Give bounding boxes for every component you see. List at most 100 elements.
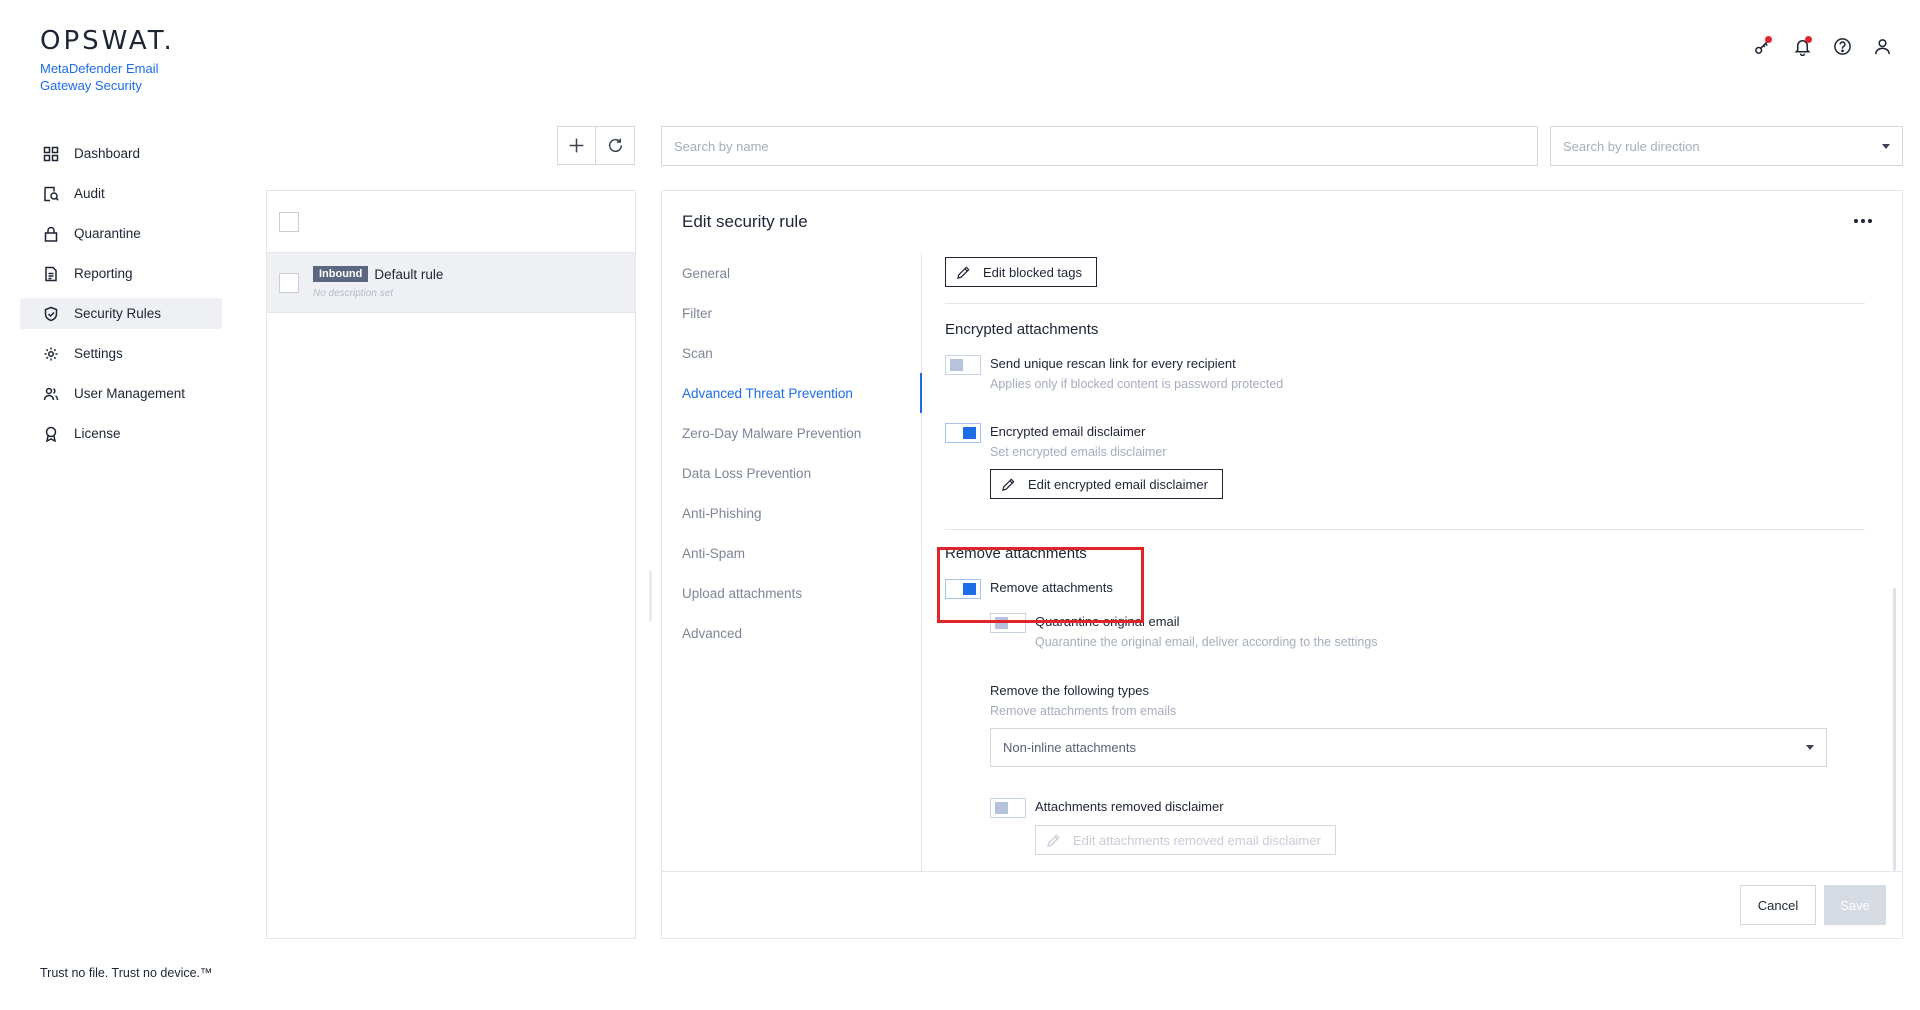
document-icon bbox=[42, 265, 60, 283]
top-icons bbox=[1750, 34, 1894, 58]
tab-data-loss-prevention[interactable]: Data Loss Prevention bbox=[662, 453, 921, 493]
product-name: MetaDefender Email Gateway Security bbox=[40, 61, 159, 93]
sidebar-item-license[interactable]: License bbox=[20, 418, 222, 449]
tab-anti-phishing[interactable]: Anti-Phishing bbox=[662, 493, 921, 533]
remove-attachments-toggle[interactable] bbox=[945, 579, 981, 599]
rescan-link-help: Applies only if blocked content is passw… bbox=[990, 377, 1284, 391]
sidebar-item-security-rules[interactable]: Security Rules bbox=[20, 298, 222, 329]
encrypted-disclaimer-toggle[interactable] bbox=[945, 423, 981, 443]
edit-removed-disclaimer-button[interactable]: Edit attachments removed email disclaime… bbox=[1035, 825, 1336, 855]
search-direction-placeholder: Search by rule direction bbox=[1563, 138, 1700, 154]
tab-general[interactable]: General bbox=[662, 253, 921, 293]
remove-attachments-label: Remove attachments bbox=[990, 580, 1113, 595]
search-by-direction-select[interactable]: Search by rule direction bbox=[1550, 126, 1903, 166]
remove-attachments-heading: Remove attachments bbox=[945, 545, 1087, 562]
edit-encrypted-disclaimer-label: Edit encrypted email disclaimer bbox=[1028, 476, 1208, 492]
plus-icon bbox=[569, 138, 584, 153]
remove-types-value: Non-inline attachments bbox=[1003, 740, 1136, 755]
users-icon bbox=[42, 385, 60, 403]
save-button[interactable]: Save bbox=[1824, 885, 1886, 925]
edit-blocked-tags-button[interactable]: Edit blocked tags bbox=[945, 257, 1098, 287]
key-icon[interactable] bbox=[1750, 34, 1774, 58]
key-alert-dot bbox=[1765, 36, 1772, 43]
tab-advanced-threat-prevention[interactable]: Advanced Threat Prevention bbox=[662, 373, 922, 413]
content-scrollbar[interactable] bbox=[1893, 588, 1896, 871]
tab-filter[interactable]: Filter bbox=[662, 293, 921, 333]
sidebar-item-label: License bbox=[74, 426, 121, 441]
quarantine-original-help: Quarantine the original email, deliver a… bbox=[1035, 635, 1378, 649]
select-all-checkbox[interactable] bbox=[279, 211, 299, 232]
more-options-icon[interactable] bbox=[1854, 219, 1872, 223]
award-icon bbox=[42, 425, 60, 443]
sidebar-item-label: Dashboard bbox=[74, 146, 141, 161]
sidebar-item-reporting[interactable]: Reporting bbox=[20, 258, 222, 289]
removed-disclaimer-label: Attachments removed disclaimer bbox=[1035, 799, 1224, 814]
quarantine-original-toggle[interactable] bbox=[990, 613, 1026, 633]
direction-badge: Inbound bbox=[313, 266, 369, 282]
rule-info: Inbound Default rule No description set bbox=[313, 266, 443, 299]
table-row[interactable]: Inbound Default rule No description set bbox=[267, 253, 635, 313]
edit-header: Edit security rule bbox=[662, 191, 1902, 253]
tab-upload-attachments[interactable]: Upload attachments bbox=[662, 573, 921, 613]
remove-types-select[interactable]: Non-inline attachments bbox=[990, 728, 1827, 767]
edit-footer: Cancel Save bbox=[662, 871, 1902, 938]
help-icon[interactable] bbox=[1830, 34, 1854, 58]
refresh-icon bbox=[608, 138, 622, 153]
sidebar-item-label: User Management bbox=[74, 386, 186, 401]
panel-splitter[interactable] bbox=[649, 571, 652, 621]
sidebar-item-label: Security Rules bbox=[74, 306, 162, 321]
pencil-icon bbox=[1001, 477, 1015, 491]
sidebar-item-label: Audit bbox=[74, 186, 105, 201]
encrypted-attachments-heading: Encrypted attachments bbox=[945, 321, 1099, 338]
sidebar-item-quarantine[interactable]: Quarantine bbox=[20, 218, 222, 249]
tab-scan[interactable]: Scan bbox=[662, 333, 921, 373]
encrypted-disclaimer-label: Encrypted email disclaimer bbox=[990, 424, 1146, 439]
sidebar-item-label: Reporting bbox=[74, 266, 133, 281]
edit-blocked-tags-label: Edit blocked tags bbox=[983, 264, 1083, 280]
tab-zero-day-malware-prevention[interactable]: Zero-Day Malware Prevention bbox=[662, 413, 921, 453]
encrypted-disclaimer-help: Set encrypted emails disclaimer bbox=[990, 445, 1167, 459]
sidebar-item-label: Settings bbox=[74, 346, 123, 361]
footer-tagline: Trust no file. Trust no device.™ bbox=[40, 966, 213, 980]
tab-advanced[interactable]: Advanced bbox=[662, 613, 921, 653]
list-toolbar bbox=[557, 126, 635, 165]
rescan-link-toggle[interactable] bbox=[945, 355, 981, 375]
cancel-button[interactable]: Cancel bbox=[1740, 885, 1816, 925]
rescan-link-label: Send unique rescan link for every recipi… bbox=[990, 356, 1236, 371]
search-by-name-input[interactable] bbox=[661, 126, 1538, 166]
notification-dot bbox=[1805, 36, 1812, 43]
edit-removed-disclaimer-label: Edit attachments removed email disclaime… bbox=[1073, 832, 1321, 848]
page-title: Edit security rule bbox=[682, 212, 808, 231]
edit-security-rule-panel: Edit security rule General Filter Scan A… bbox=[649, 190, 1903, 939]
sidebar-item-dashboard[interactable]: Dashboard bbox=[20, 138, 222, 169]
audit-icon bbox=[42, 185, 60, 203]
sidebar-item-audit[interactable]: Audit bbox=[20, 178, 222, 209]
remove-types-help: Remove attachments from emails bbox=[990, 704, 1177, 718]
refresh-button[interactable] bbox=[596, 126, 635, 165]
opswat-logo: OPSWAT. bbox=[40, 26, 175, 56]
sidebar-item-user-management[interactable]: User Management bbox=[20, 378, 222, 409]
rule-tabs: General Filter Scan Advanced Threat Prev… bbox=[649, 253, 922, 871]
chevron-down-icon bbox=[1882, 143, 1890, 149]
pencil-icon bbox=[1046, 833, 1060, 847]
list-header bbox=[267, 191, 635, 253]
removed-disclaimer-toggle[interactable] bbox=[990, 798, 1026, 818]
divider bbox=[945, 303, 1865, 304]
tab-content: Edit blocked tags Encrypted attachments … bbox=[923, 253, 1898, 871]
add-rule-button[interactable] bbox=[557, 126, 596, 165]
sidebar-item-settings[interactable]: Settings bbox=[20, 338, 222, 369]
rule-description: No description set bbox=[313, 288, 394, 299]
lock-icon bbox=[42, 225, 60, 243]
user-icon[interactable] bbox=[1870, 34, 1894, 58]
grid-icon bbox=[42, 145, 60, 163]
pencil-icon bbox=[956, 265, 970, 279]
gear-icon bbox=[42, 345, 60, 363]
edit-encrypted-disclaimer-button[interactable]: Edit encrypted email disclaimer bbox=[990, 469, 1223, 499]
sidebar-nav: Dashboard Audit Quarantine Reporting Sec… bbox=[20, 138, 222, 458]
bell-icon[interactable] bbox=[1790, 34, 1814, 58]
tab-anti-spam[interactable]: Anti-Spam bbox=[662, 533, 921, 573]
row-checkbox[interactable] bbox=[279, 272, 299, 293]
remove-types-label: Remove the following types bbox=[990, 683, 1149, 698]
shield-check-icon bbox=[42, 305, 60, 323]
brand: OPSWAT. MetaDefender Email Gateway Secur… bbox=[40, 26, 180, 94]
